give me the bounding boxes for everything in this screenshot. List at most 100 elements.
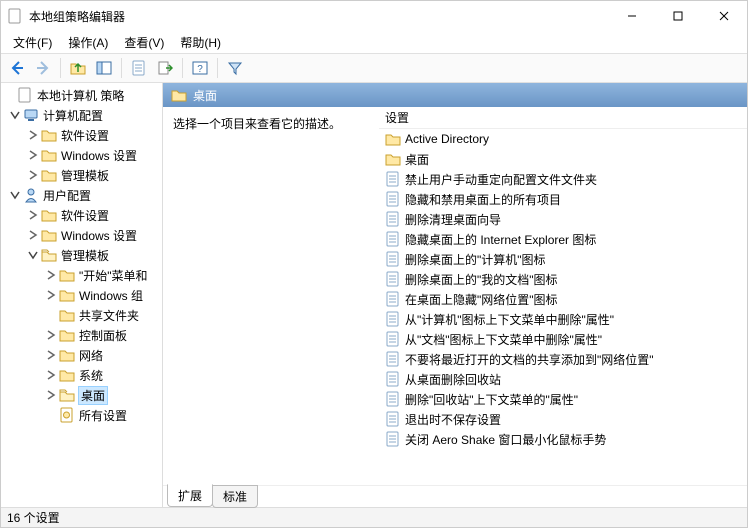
computer-icon: [23, 107, 39, 123]
window-title: 本地组策略编辑器: [29, 8, 125, 25]
list-item[interactable]: 从桌面删除回收站: [379, 369, 747, 389]
chevron-right-icon[interactable]: [45, 269, 57, 281]
chevron-down-icon[interactable]: [9, 189, 21, 201]
tree-uc-admin-templates[interactable]: 管理模板: [1, 245, 163, 265]
tree-cc-software[interactable]: 软件设置: [1, 125, 163, 145]
tree-uc-windows[interactable]: Windows 设置: [1, 225, 163, 245]
policy-icon: [385, 271, 401, 287]
chevron-right-icon[interactable]: [27, 209, 39, 221]
folder-icon: [385, 151, 401, 167]
tree-toggle-icon[interactable]: [3, 89, 15, 101]
chevron-down-icon[interactable]: [27, 249, 39, 261]
tab-extended[interactable]: 扩展: [167, 484, 213, 507]
tab-standard[interactable]: 标准: [212, 485, 258, 508]
list-item[interactable]: 删除桌面上的"我的文档"图标: [379, 269, 747, 289]
list-item[interactable]: 删除清理桌面向导: [379, 209, 747, 229]
chevron-right-icon[interactable]: [27, 229, 39, 241]
folder-icon: [171, 87, 187, 103]
chevron-down-icon[interactable]: [9, 109, 21, 121]
tree-label: 管理模板: [61, 167, 109, 184]
folder-open-icon: [41, 247, 57, 263]
tree-user-config[interactable]: 用户配置: [1, 185, 163, 205]
menu-help[interactable]: 帮助(H): [172, 32, 229, 53]
export-list-button[interactable]: [153, 56, 177, 80]
tree-computer-config[interactable]: 计算机配置: [1, 105, 163, 125]
tree-control-panel[interactable]: 控制面板: [1, 325, 163, 345]
list-item[interactable]: 从"文档"图标上下文菜单中删除"属性": [379, 329, 747, 349]
tree-uc-software[interactable]: 软件设置: [1, 205, 163, 225]
list-item[interactable]: 从"计算机"图标上下文菜单中删除"属性": [379, 309, 747, 329]
list-item[interactable]: Active Directory: [379, 129, 747, 149]
minimize-button[interactable]: [609, 1, 655, 31]
gear-icon: [59, 407, 75, 423]
tree-label: 本地计算机 策略: [37, 87, 124, 104]
menu-file[interactable]: 文件(F): [5, 32, 60, 53]
tree-label: 软件设置: [61, 127, 109, 144]
tree-root[interactable]: 本地计算机 策略: [1, 85, 163, 105]
chevron-right-icon[interactable]: [45, 389, 57, 401]
list-item[interactable]: 隐藏桌面上的 Internet Explorer 图标: [379, 229, 747, 249]
tree-label: Windows 设置: [61, 227, 137, 244]
list-item[interactable]: 在桌面上隐藏"网络位置"图标: [379, 289, 747, 309]
tree-pane[interactable]: 本地计算机 策略 计算机配置 软件设置 Windows 设置: [1, 83, 163, 507]
policy-icon: [385, 211, 401, 227]
chevron-right-icon[interactable]: [27, 169, 39, 181]
list-item[interactable]: 退出时不保存设置: [379, 409, 747, 429]
tree-desktop[interactable]: 桌面: [1, 385, 163, 405]
properties-button[interactable]: [127, 56, 151, 80]
policy-icon: [385, 431, 401, 447]
close-button[interactable]: [701, 1, 747, 31]
menu-view[interactable]: 查看(V): [116, 32, 172, 53]
chevron-right-icon[interactable]: [27, 149, 39, 161]
tree-windows-components[interactable]: Windows 组: [1, 285, 163, 305]
list-column-header[interactable]: 设置: [379, 107, 747, 129]
list-body[interactable]: Active Directory 桌面禁止用户手动重定向配置文件文件夹隐藏和禁用桌…: [379, 129, 747, 485]
nav-back-button[interactable]: [5, 56, 29, 80]
list-item[interactable]: 删除桌面上的"计算机"图标: [379, 249, 747, 269]
show-hide-tree-button[interactable]: [92, 56, 116, 80]
tree-label: 网络: [79, 347, 103, 364]
policy-icon: [385, 191, 401, 207]
maximize-button[interactable]: [655, 1, 701, 31]
list-item-label: 删除桌面上的"我的文档"图标: [405, 271, 558, 288]
tree-label: Windows 组: [79, 287, 143, 304]
nav-forward-button[interactable]: [31, 56, 55, 80]
chevron-right-icon[interactable]: [45, 289, 57, 301]
folder-icon: [59, 327, 75, 343]
list-item-label: 退出时不保存设置: [405, 411, 501, 428]
list-item[interactable]: 桌面: [379, 149, 747, 169]
up-level-button[interactable]: [66, 56, 90, 80]
tree-network[interactable]: 网络: [1, 345, 163, 365]
tree-shared-folders[interactable]: 共享文件夹: [1, 305, 163, 325]
list-item-label: 关闭 Aero Shake 窗口最小化鼠标手势: [405, 431, 606, 448]
list-item[interactable]: 删除"回收站"上下文菜单的"属性": [379, 389, 747, 409]
list-item[interactable]: 关闭 Aero Shake 窗口最小化鼠标手势: [379, 429, 747, 449]
tree-cc-windows[interactable]: Windows 设置: [1, 145, 163, 165]
content-split: 选择一个项目来查看它的描述。 设置 Active Directory桌面禁止用户…: [163, 107, 747, 485]
folder-icon: [385, 131, 401, 147]
chevron-right-icon[interactable]: [45, 369, 57, 381]
help-button[interactable]: ?: [188, 56, 212, 80]
list-item-label: 从"文档"图标上下文菜单中删除"属性": [405, 331, 602, 348]
menu-action[interactable]: 操作(A): [60, 32, 116, 53]
tree-all-settings[interactable]: 所有设置: [1, 405, 163, 425]
list-item-label: 隐藏和禁用桌面上的所有项目: [405, 191, 561, 208]
list-item-label: 删除清理桌面向导: [405, 211, 501, 228]
chevron-right-icon[interactable]: [45, 329, 57, 341]
folder-open-icon: [59, 387, 75, 403]
tree-start-menu[interactable]: "开始"菜单和: [1, 265, 163, 285]
chevron-right-icon[interactable]: [27, 129, 39, 141]
filter-button[interactable]: [223, 56, 247, 80]
list-item-label: 隐藏桌面上的 Internet Explorer 图标: [405, 231, 596, 248]
tree-label: 管理模板: [61, 247, 109, 264]
list-item[interactable]: 不要将最近打开的文档的共享添加到"网络位置": [379, 349, 747, 369]
content-header: 桌面: [163, 83, 747, 107]
list-item-label: 桌面: [405, 151, 429, 168]
list-item-label: 禁止用户手动重定向配置文件文件夹: [405, 171, 597, 188]
tree-system[interactable]: 系统: [1, 365, 163, 385]
list-item[interactable]: 禁止用户手动重定向配置文件文件夹: [379, 169, 747, 189]
list-item[interactable]: 隐藏和禁用桌面上的所有项目: [379, 189, 747, 209]
tree-cc-admin-templates[interactable]: 管理模板: [1, 165, 163, 185]
chevron-right-icon[interactable]: [45, 349, 57, 361]
folder-icon: [41, 147, 57, 163]
